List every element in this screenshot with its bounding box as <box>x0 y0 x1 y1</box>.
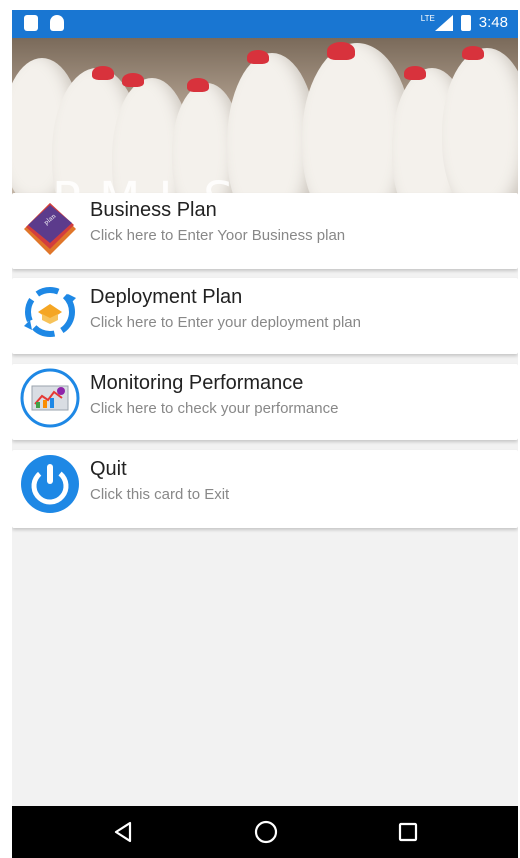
back-triangle-icon[interactable] <box>110 818 138 846</box>
android-icon <box>50 15 64 31</box>
business-plan-subtitle: Click here to Enter Yoor Business plan <box>90 227 346 244</box>
sd-card-icon <box>24 15 38 31</box>
status-bar: LTE 3:48 <box>12 10 518 38</box>
monitoring-performance-card[interactable]: Monitoring Performance Click here to che… <box>12 364 518 440</box>
signal-icon <box>434 14 453 31</box>
business-plan-card[interactable]: plan Business Plan Click here to Enter Y… <box>12 193 518 269</box>
battery-icon <box>460 14 471 31</box>
navigation-bar <box>12 806 518 858</box>
app-screen: LTE 3:48 PMLS plan <box>12 10 518 858</box>
network-type-label: LTE <box>420 14 435 23</box>
monitoring-performance-subtitle: Click here to check your performance <box>90 400 339 417</box>
deployment-cycle-icon <box>18 280 82 344</box>
home-circle-icon[interactable] <box>252 818 280 846</box>
quit-subtitle: Click this card to Exit <box>90 486 230 503</box>
business-plan-title: Business Plan <box>90 199 217 221</box>
business-plan-book-icon: plan <box>18 197 82 261</box>
deployment-plan-card[interactable]: Deployment Plan Click here to Enter your… <box>12 278 518 354</box>
recents-square-icon[interactable] <box>394 818 422 846</box>
deployment-plan-subtitle: Click here to Enter your deployment plan <box>90 314 361 331</box>
status-time: 3:48 <box>478 14 508 31</box>
deployment-plan-title: Deployment Plan <box>90 286 243 308</box>
monitoring-chart-icon <box>18 366 82 430</box>
quit-card[interactable]: Quit Click this card to Exit <box>12 450 518 528</box>
power-icon <box>18 452 82 516</box>
monitoring-performance-title: Monitoring Performance <box>90 372 304 394</box>
quit-title: Quit <box>90 458 127 480</box>
